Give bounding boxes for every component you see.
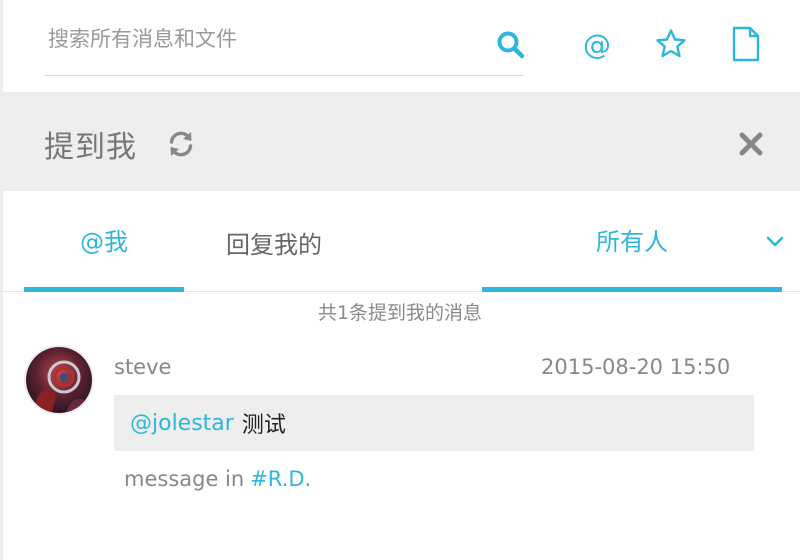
context-label: message in (124, 467, 245, 491)
refresh-icon[interactable] (167, 130, 195, 158)
at-icon[interactable]: @ (579, 24, 615, 64)
chevron-down-icon[interactable] (764, 232, 786, 250)
panel-header: 提到我 (3, 92, 800, 191)
avatar[interactable] (24, 345, 94, 415)
search-bar (44, 0, 526, 76)
filter-dropdown[interactable]: 所有人 (482, 192, 782, 292)
tab-bar: @我 回复我的 所有人 (0, 192, 800, 292)
message-context: message in #R.D. (124, 467, 311, 491)
mention-link[interactable]: @jolestar (130, 411, 234, 436)
tab-mention-me[interactable]: @我 (24, 192, 184, 292)
message-text: 测试 (241, 413, 286, 438)
star-icon[interactable] (653, 24, 689, 64)
panel-title: 提到我 (44, 130, 137, 165)
file-icon[interactable] (728, 24, 764, 64)
search-icon[interactable] (496, 30, 526, 60)
tab-replies[interactable]: 回复我的 (184, 192, 364, 292)
mention-count-summary: 共1条提到我的消息 (317, 302, 483, 324)
message-timestamp: 2015-08-20 15:50 (541, 355, 731, 379)
search-input[interactable] (48, 22, 468, 56)
close-icon[interactable] (737, 130, 765, 158)
channel-link[interactable]: #R.D. (250, 467, 311, 491)
message-body: @jolestar 测试 (114, 395, 754, 451)
message-author[interactable]: steve (114, 355, 171, 379)
